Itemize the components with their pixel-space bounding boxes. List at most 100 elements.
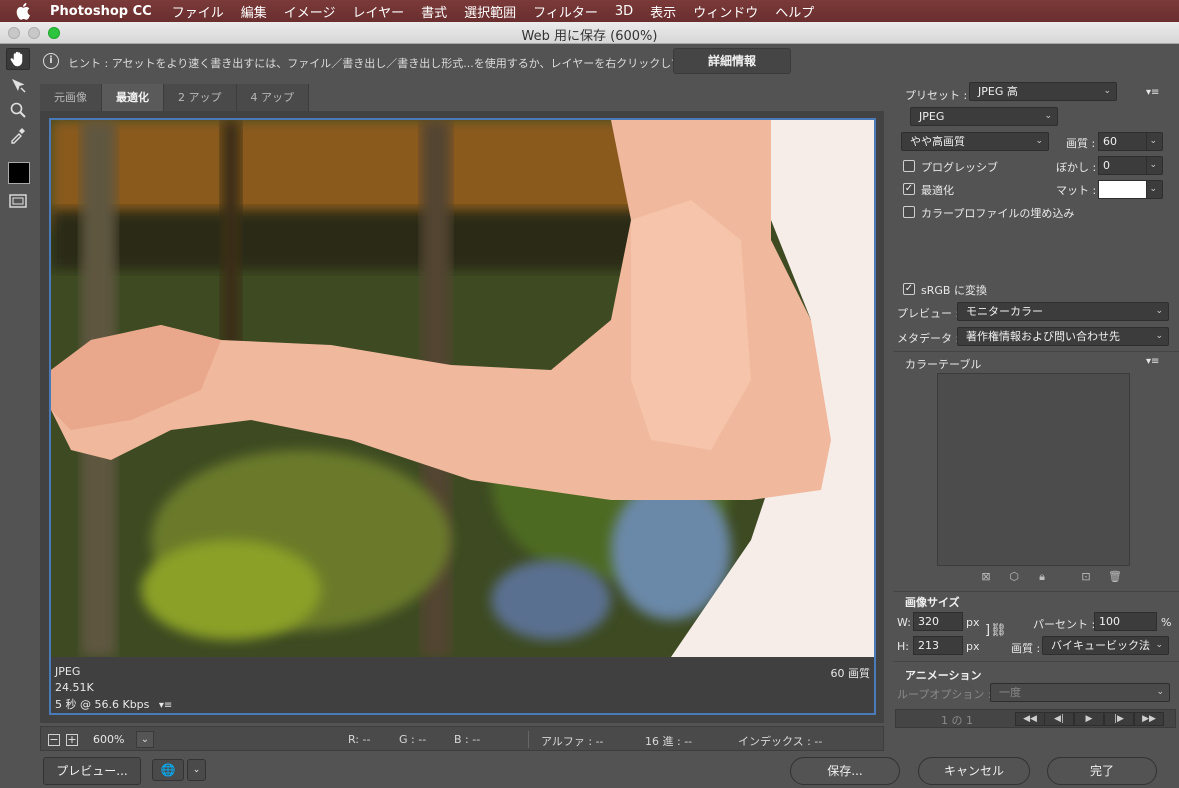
menu-edit[interactable]: 編集 [241, 2, 267, 21]
next-frame-button[interactable]: |▶ [1104, 712, 1134, 726]
blur-slider-dropdown[interactable]: ⌄ [1146, 156, 1163, 175]
play-button[interactable]: ▶ [1074, 712, 1104, 726]
height-label: H: [897, 640, 909, 653]
link-dimensions-icon[interactable]: ]⛓︎ [985, 623, 1007, 638]
loop-label: ループオプション : [897, 688, 992, 701]
blur-input[interactable]: 0 [1098, 156, 1151, 175]
progressive-checkbox[interactable] [903, 160, 915, 172]
resample-select[interactable]: バイキュービック法 ⌄ [1042, 636, 1169, 655]
color-table-title: カラーテーブル [905, 358, 982, 371]
tab-4up[interactable]: 4 アップ [236, 84, 309, 111]
web-snap-icon[interactable]: ⊠ [980, 571, 992, 583]
animation-title: アニメーション [905, 669, 982, 682]
toggle-slice-visibility[interactable] [6, 190, 30, 212]
format-value: JPEG [919, 110, 945, 123]
hint-bar: i ヒント : アセットをより速く書き出すには、ファイル／書き出し／書き出し形式… [40, 46, 1179, 78]
tool-strip [0, 45, 36, 235]
status-r: R: -- [348, 733, 371, 746]
progressive-label: プログレッシブ [921, 161, 998, 174]
section-divider [893, 351, 1179, 352]
zoom-in-button[interactable]: + [66, 734, 78, 746]
menu-help[interactable]: ヘルプ [775, 2, 814, 21]
eyedropper-tool[interactable] [6, 124, 30, 146]
height-unit: px [966, 640, 980, 653]
apple-icon[interactable] [16, 2, 32, 20]
eyedropper-color-swatch[interactable] [8, 162, 30, 184]
done-button[interactable]: 完了 [1047, 757, 1157, 785]
preset-label: プリセット : [905, 89, 968, 102]
shift-web-palette-icon[interactable]: ⬡ [1008, 571, 1020, 583]
tab-optimized[interactable]: 最適化 [102, 84, 164, 111]
metadata-label: メタデータ : [897, 332, 960, 345]
resample-value: バイキュービック法 [1051, 639, 1150, 652]
image-size-title: 画像サイズ [905, 596, 960, 609]
preset-value: JPEG 高 [978, 85, 1018, 98]
chevron-down-icon: ⌄ [1149, 160, 1157, 170]
menu-type[interactable]: 書式 [421, 2, 447, 21]
first-frame-button[interactable]: ◀◀ [1015, 712, 1045, 726]
menu-file[interactable]: ファイル [172, 2, 224, 21]
panel-menu-icon[interactable]: ▾≡ [1146, 87, 1159, 98]
format-select[interactable]: JPEG ⌄ [910, 107, 1058, 126]
preview-button[interactable]: プレビュー... [43, 757, 141, 785]
preview-selection-border [49, 118, 876, 715]
tab-2up[interactable]: 2 アップ [164, 84, 237, 111]
matte-color-swatch[interactable] [1098, 180, 1147, 199]
percent-input[interactable]: 100 [1094, 612, 1157, 631]
browser-preview-button[interactable]: 🌐 [152, 759, 184, 781]
slice-select-tool[interactable] [6, 74, 30, 96]
tab-original[interactable]: 元画像 [40, 84, 102, 111]
eyedropper-icon [11, 128, 25, 144]
menu-filter[interactable]: フィルター [533, 2, 598, 21]
slice-select-icon [12, 79, 26, 93]
status-index: インデックス : -- [738, 735, 823, 748]
last-frame-button[interactable]: ▶▶ [1134, 712, 1164, 726]
info-download-time: 5 秒 @ 56.6 Kbps ▾≡ [55, 696, 172, 712]
matte-dropdown[interactable]: ⌄ [1146, 180, 1163, 199]
zoom-dropdown[interactable]: ⌄ [136, 731, 154, 748]
quality-preset-select[interactable]: やや高画質 ⌄ [901, 132, 1049, 151]
color-table-menu-icon[interactable]: ▾≡ [1146, 356, 1159, 367]
browser-select-dropdown[interactable]: ⌄ [187, 759, 206, 781]
metadata-select[interactable]: 著作権情報および問い合わせ先 ⌄ [957, 327, 1169, 346]
menu-app[interactable]: Photoshop CC [50, 4, 152, 19]
hand-icon [10, 51, 23, 67]
quality-input[interactable]: 60 [1098, 132, 1151, 151]
srgb-label: sRGB に変換 [921, 284, 987, 297]
menu-select[interactable]: 選択範囲 [464, 2, 516, 21]
loop-select[interactable]: 一度 ⌄ [990, 683, 1170, 702]
new-color-icon[interactable]: ⊡ [1080, 571, 1092, 583]
cancel-button[interactable]: キャンセル [918, 757, 1030, 785]
menu-view[interactable]: 表示 [650, 2, 676, 21]
quality-slider-dropdown[interactable]: ⌄ [1146, 132, 1163, 151]
zoom-tool[interactable] [6, 99, 30, 121]
details-button[interactable]: 詳細情報 [673, 48, 791, 74]
color-table[interactable] [937, 373, 1130, 566]
optimize-settings-panel: プリセット : JPEG 高 ⌄ ▾≡ JPEG ⌄ やや高画質 ⌄ 画質 : … [893, 82, 1179, 734]
window-title: Web 用に保存 (600%) [521, 29, 658, 44]
height-input[interactable]: 213 [913, 636, 963, 655]
lock-color-icon[interactable]: 🔒︎ [1036, 571, 1048, 583]
hand-tool[interactable] [6, 48, 30, 70]
trash-icon[interactable]: 🗑︎ [1108, 571, 1122, 583]
optimized-checkbox[interactable]: ✓ [903, 183, 915, 195]
chevron-down-icon: ⌄ [1156, 687, 1164, 697]
zoom-out-button[interactable]: − [48, 734, 60, 746]
view-tabs: 元画像 最適化 2 アップ 4 アップ [40, 84, 309, 111]
window-titlebar: Web 用に保存 (600%) [0, 22, 1179, 44]
menu-3d[interactable]: 3D [615, 4, 633, 19]
download-speed-menu-icon[interactable]: ▾≡ [159, 700, 172, 711]
menu-image[interactable]: イメージ [284, 2, 336, 21]
status-g: G : -- [399, 733, 427, 746]
srgb-checkbox[interactable]: ✓ [903, 283, 915, 295]
preset-select[interactable]: JPEG 高 ⌄ [969, 82, 1117, 101]
preview-mode-select[interactable]: モニターカラー ⌄ [957, 302, 1169, 321]
preview-mode-value: モニターカラー [966, 305, 1043, 318]
width-input[interactable]: 320 [913, 612, 963, 631]
save-button[interactable]: 保存... [790, 757, 900, 785]
matte-label: マット : [1056, 184, 1097, 197]
prev-frame-button[interactable]: ◀| [1044, 712, 1074, 726]
menu-layer[interactable]: レイヤー [352, 2, 404, 21]
menu-window[interactable]: ウィンドウ [693, 2, 758, 21]
embed-profile-checkbox[interactable] [903, 206, 915, 218]
